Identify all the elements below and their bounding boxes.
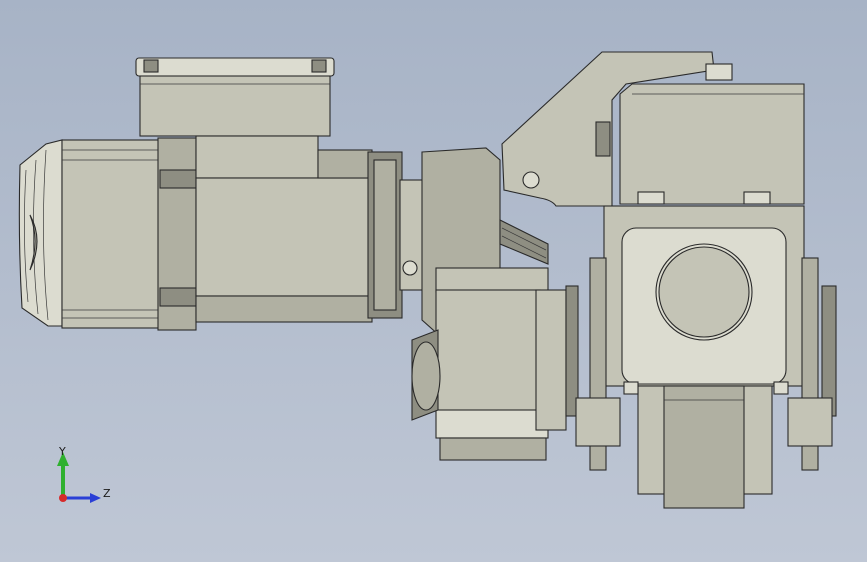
cad-viewport[interactable]: Y Z bbox=[0, 0, 867, 562]
flange-bolt bbox=[402, 260, 418, 276]
output-shaft-cap bbox=[411, 341, 441, 411]
motor-assembly[interactable] bbox=[18, 57, 425, 331]
x-axis-dot bbox=[59, 494, 67, 502]
z-arrow-icon bbox=[90, 493, 101, 503]
axis-triad: Y Z bbox=[57, 445, 111, 503]
motor-housing bbox=[61, 137, 197, 331]
bracket-hole bbox=[522, 171, 540, 189]
mount-bolt-right bbox=[743, 191, 771, 205]
y-axis-label: Y bbox=[58, 445, 66, 458]
gearbox-lower-housing bbox=[435, 289, 541, 413]
mount-bolt-left bbox=[637, 191, 665, 205]
motor-flange bbox=[367, 151, 425, 319]
z-axis-label: Z bbox=[103, 487, 111, 500]
fan-cover bbox=[18, 139, 63, 327]
bracket-nut bbox=[595, 121, 611, 157]
top-bolt bbox=[705, 63, 733, 81]
